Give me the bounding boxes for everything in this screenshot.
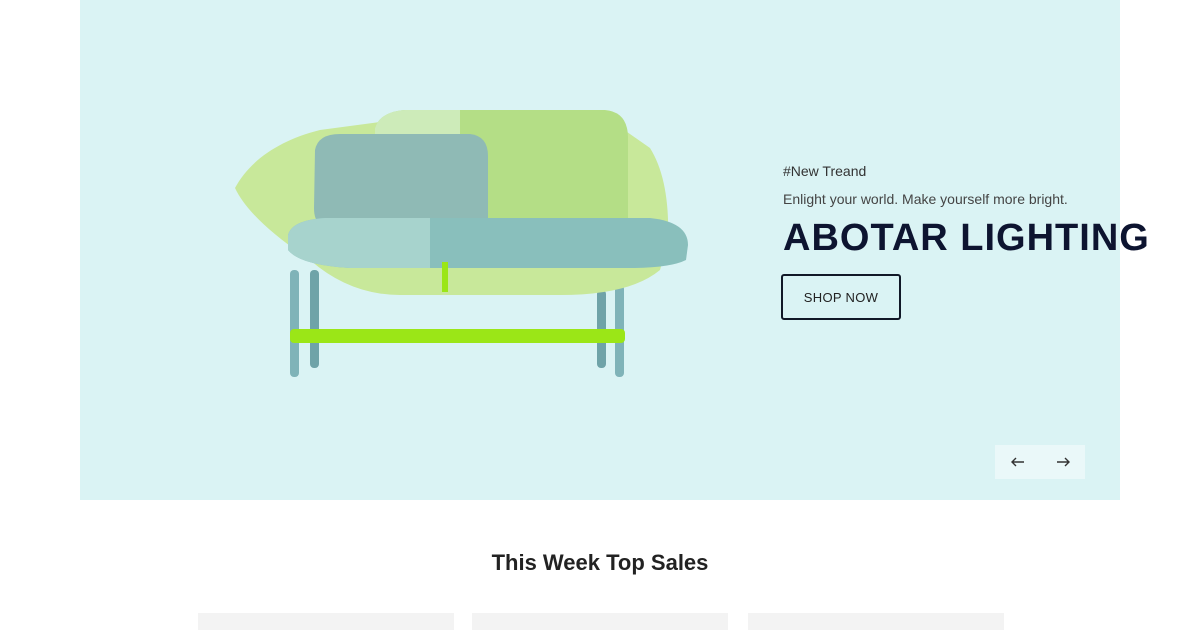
sofa-image <box>235 110 688 377</box>
arrow-right-icon[interactable] <box>1049 448 1077 476</box>
page: #New Treand Enlight your world. Make you… <box>0 0 1200 630</box>
section-title: This Week Top Sales <box>491 550 709 575</box>
hero-banner: #New Treand Enlight your world. Make you… <box>80 0 1149 500</box>
slider-nav <box>995 445 1085 479</box>
hero-subtitle: Enlight your world. Make yourself more b… <box>783 191 1068 207</box>
product-card[interactable] <box>748 613 1004 630</box>
hero-tag: #New Treand <box>783 163 867 179</box>
arrow-left-icon[interactable] <box>1004 448 1032 476</box>
shop-now-button[interactable]: SHOP NOW <box>781 274 901 320</box>
hero-headline: ABOTAR LIGHTING <box>783 217 1150 259</box>
hero-text-block: #New Treand Enlight your world. Make you… <box>783 162 1183 260</box>
product-card[interactable] <box>472 613 728 630</box>
product-card[interactable] <box>198 613 454 630</box>
